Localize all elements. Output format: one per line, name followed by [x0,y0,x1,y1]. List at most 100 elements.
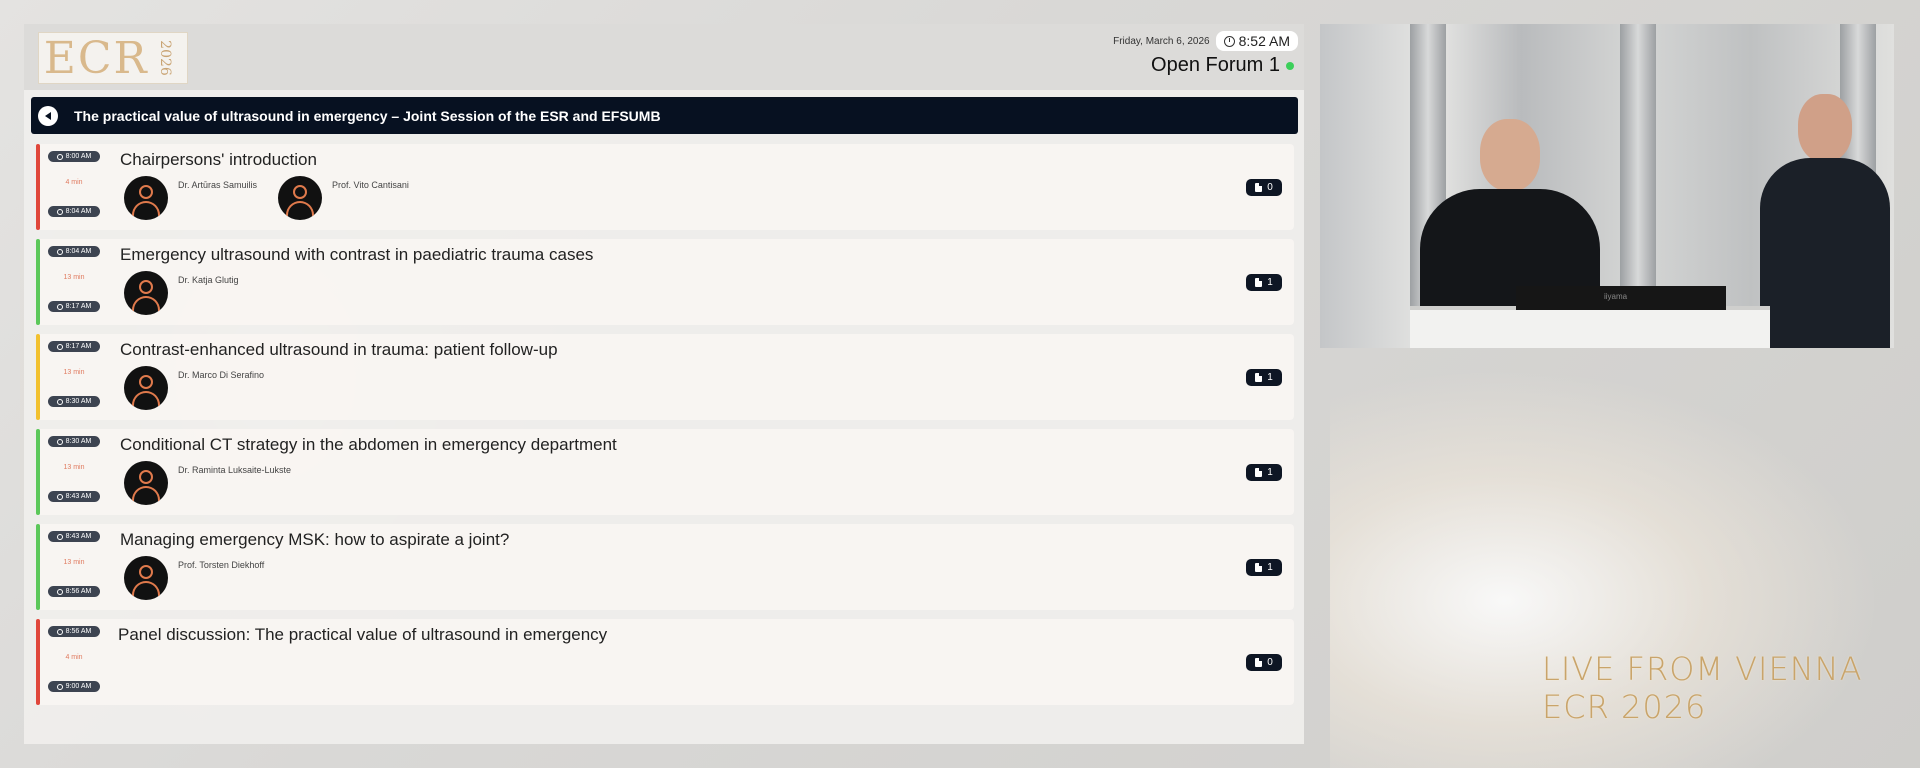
status-stripe [36,619,40,705]
talk-title[interactable]: Emergency ultrasound with contrast in pa… [120,245,593,265]
clock-icon [56,438,63,445]
documents-button[interactable]: 0 [1246,654,1282,671]
speaker-name: Dr. Katja Glutig [178,275,239,285]
end-time: 8:04 AM [48,206,100,217]
room-label: Open Forum 1 [1151,54,1280,76]
clock-icon [1223,35,1235,47]
document-icon [1255,183,1263,192]
documents-button[interactable]: 1 [1246,274,1282,291]
agenda-item[interactable]: 8:43 AM 13 min 8:56 AM Managing emergency M… [36,524,1294,610]
clock-icon [56,628,63,635]
status-stripe [36,429,40,515]
duration: 13 min [63,274,85,281]
avatar [124,366,168,410]
agenda-item[interactable]: 8:56 AM 4 min 9:00 AM Panel discussion: The… [36,619,1294,705]
agenda-item[interactable]: 8:00 AM 4 min 8:04 AM Chairpersons' introdu… [36,144,1294,230]
documents-button[interactable]: 1 [1246,464,1282,481]
start-time-text: 8:04 AM [65,248,92,255]
end-time: 8:56 AM [48,586,100,597]
duration: 4 min [65,179,83,186]
agenda-panel: ECR 2026 Friday, March 6, 2026 8:52 AM O… [24,24,1304,744]
document-count: 1 [1267,277,1273,288]
status-stripe [36,144,40,230]
talk-title[interactable]: Chairpersons' introduction [120,150,317,170]
document-count: 0 [1267,657,1273,668]
live-video[interactable]: iiyama [1320,24,1894,348]
document-icon [1255,468,1263,477]
document-icon [1255,563,1263,572]
avatar [278,176,322,220]
start-time: 8:00 AM [48,151,100,162]
end-time: 8:43 AM [48,491,100,502]
clock-icon [56,343,63,350]
documents-button[interactable]: 0 [1246,179,1282,196]
start-time-text: 8:17 AM [65,343,92,350]
clock-icon [56,153,63,160]
start-time: 8:17 AM [48,341,100,352]
agenda-header: ECR 2026 Friday, March 6, 2026 8:52 AM O… [24,24,1304,90]
clock-icon [56,208,63,215]
agenda-item[interactable]: 8:17 AM 13 min 8:30 AM Contrast-enhanced ul… [36,334,1294,420]
talk-title[interactable]: Panel discussion: The practical value of… [118,625,607,645]
status-stripe [36,334,40,420]
start-time-text: 8:00 AM [65,153,92,160]
document-icon [1255,658,1263,667]
start-time: 8:56 AM [48,626,100,637]
speaker[interactable]: Prof. Vito Cantisani [278,176,409,220]
clock-icon [56,493,63,500]
documents-button[interactable]: 1 [1246,369,1282,386]
speaker[interactable]: Dr. Raminta Luksaite-Lukste [124,461,291,505]
document-icon [1255,373,1263,382]
end-time-text: 8:17 AM [65,303,92,310]
video-speaker-right [1750,94,1890,348]
document-icon [1255,278,1263,287]
speaker-name: Dr. Raminta Luksaite-Lukste [178,465,292,475]
end-time-text: 8:30 AM [65,398,92,405]
time-value: 8:52 AM [1238,33,1290,49]
talk-title[interactable]: Conditional CT strategy in the abdomen i… [120,435,617,455]
speaker-name: Dr. Artūras Samuilis [178,180,258,190]
start-time-text: 8:56 AM [65,628,92,635]
clock-icon [56,303,63,310]
speaker[interactable]: Dr. Marco Di Serafino [124,366,264,410]
speaker[interactable]: Prof. Torsten Diekhoff [124,556,264,600]
document-count: 1 [1267,467,1273,478]
clock-icon [56,683,63,690]
clock-icon [56,248,63,255]
laptop-brand: iiyama [1604,292,1628,301]
document-count: 0 [1267,182,1273,193]
end-time-text: 9:00 AM [65,683,92,690]
current-time: 8:52 AM [1215,31,1298,51]
live-from-vienna-branding: LIVE FROM VIENNA ECR 2026 [1542,650,1862,726]
avatar [124,556,168,600]
logo-text: ECR [43,32,149,84]
duration: 4 min [65,654,83,661]
speaker[interactable]: Dr. Artūras Samuilis [124,176,257,220]
start-time: 8:04 AM [48,246,100,257]
clock-icon [56,533,63,540]
speaker[interactable]: Dr. Katja Glutig [124,271,239,315]
duration: 13 min [63,369,85,376]
session-title: The practical value of ultrasound in eme… [74,107,661,124]
speaker-name: Dr. Marco Di Serafino [178,370,265,380]
start-time-text: 8:43 AM [65,533,92,540]
room-name: Open Forum 1 [1151,54,1294,77]
status-stripe [36,524,40,610]
documents-button[interactable]: 1 [1246,559,1282,576]
speaker-name: Prof. Torsten Diekhoff [178,560,265,570]
end-time: 8:17 AM [48,301,100,312]
duration: 13 min [63,464,85,471]
start-time: 8:43 AM [48,531,100,542]
talk-title[interactable]: Contrast-enhanced ultrasound in trauma: … [120,340,558,360]
branding-line1: LIVE FROM VIENNA [1542,650,1863,688]
video-laptop: iiyama [1516,286,1726,310]
agenda-item[interactable]: 8:04 AM 13 min 8:17 AM Emergency ultrasound… [36,239,1294,325]
agenda-item[interactable]: 8:30 AM 13 min 8:43 AM Conditional CT strat… [36,429,1294,515]
ecr-logo: ECR 2026 [38,32,188,84]
start-time-text: 8:30 AM [65,438,92,445]
back-button[interactable] [38,105,58,126]
logo-year: 2026 [156,40,173,76]
branding-line2: ECR 2026 [1542,688,1707,726]
talk-title[interactable]: Managing emergency MSK: how to aspirate … [120,530,509,550]
end-time-text: 8:56 AM [65,588,92,595]
